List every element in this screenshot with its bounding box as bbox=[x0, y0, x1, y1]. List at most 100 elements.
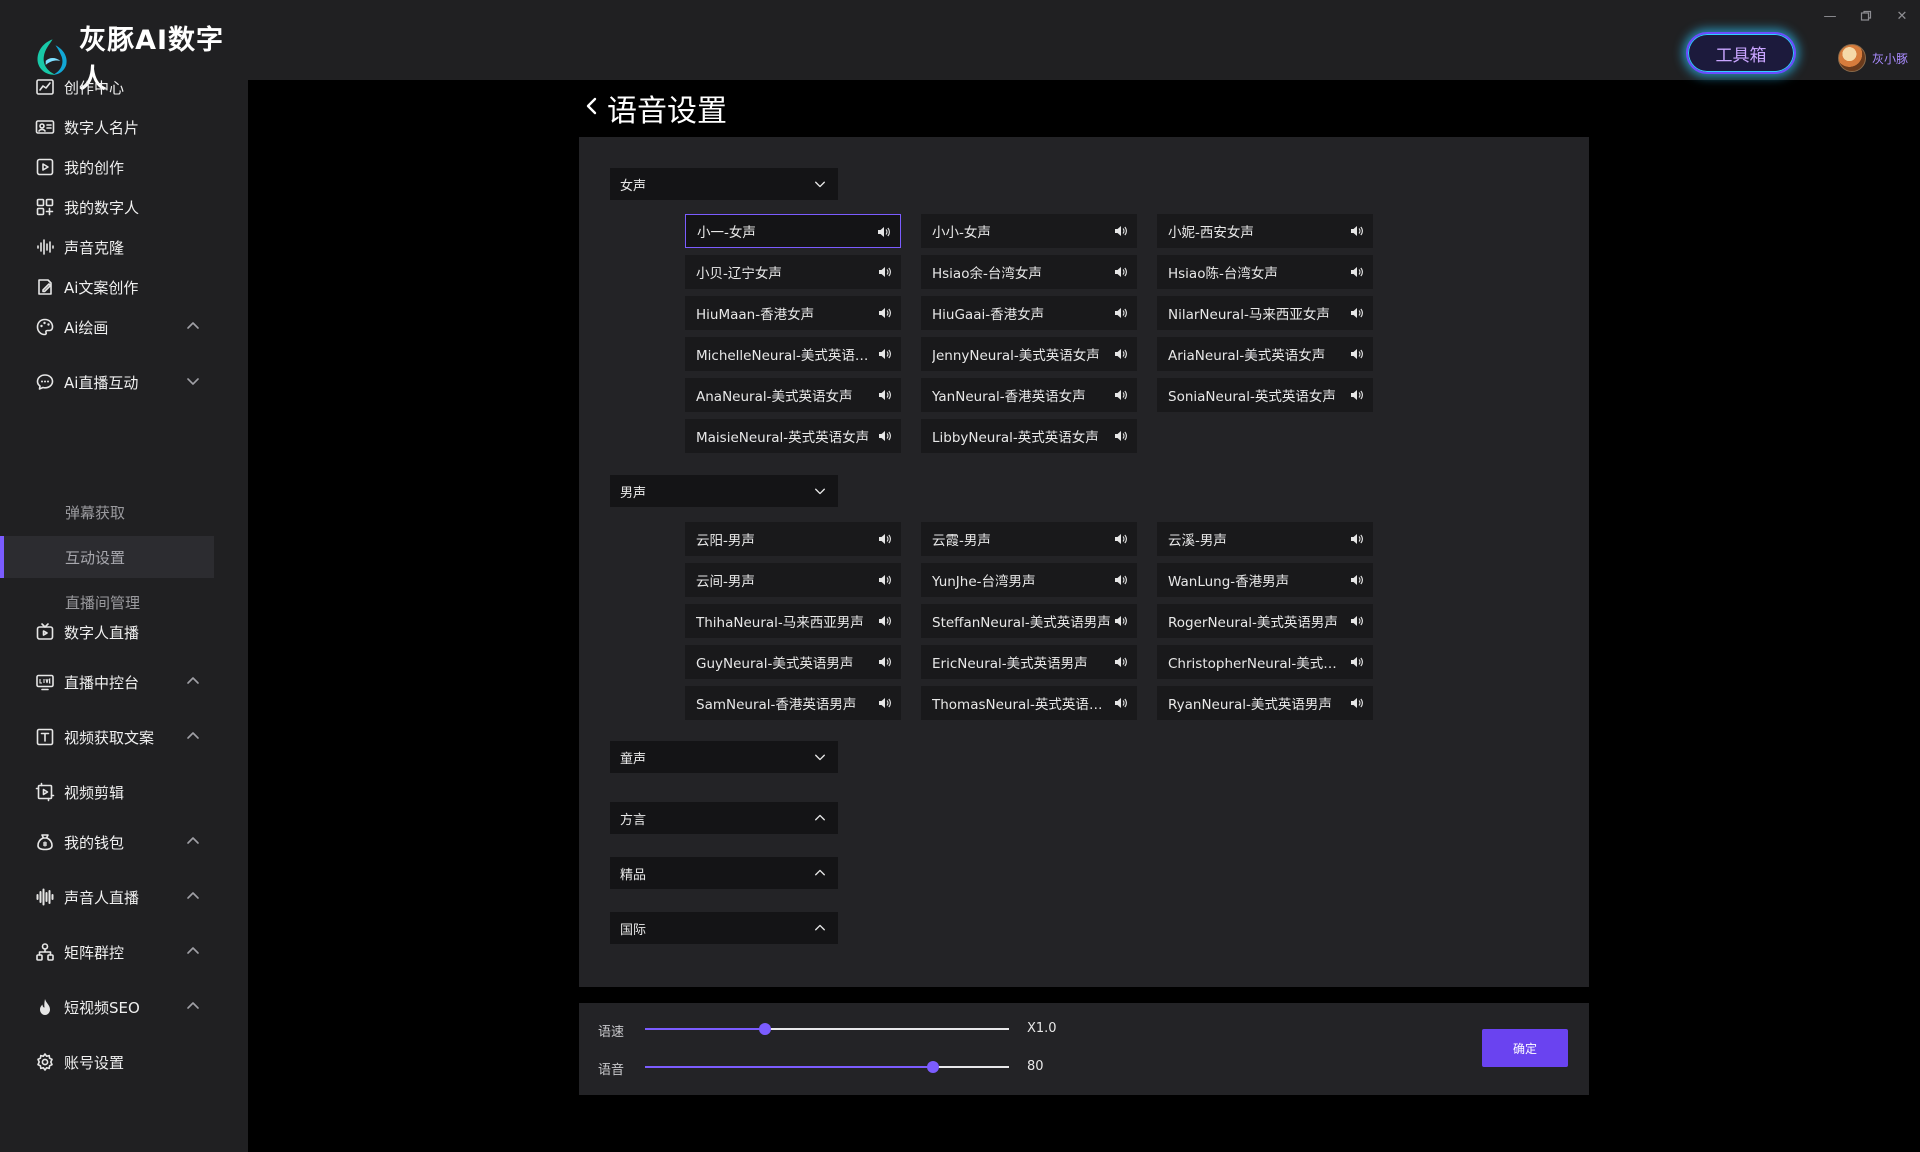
voice-option[interactable]: 云霞-男声 bbox=[921, 522, 1137, 556]
voice-option[interactable]: 小一-女声 bbox=[685, 214, 901, 248]
speaker-icon[interactable] bbox=[878, 307, 891, 319]
sidebar-item-12[interactable]: 我的钱包 bbox=[0, 822, 248, 862]
speed-slider-thumb[interactable] bbox=[759, 1023, 772, 1035]
speaker-icon[interactable] bbox=[1350, 574, 1363, 586]
avatar[interactable] bbox=[1838, 44, 1866, 72]
speaker-icon[interactable] bbox=[1114, 348, 1127, 360]
speaker-icon[interactable] bbox=[1350, 266, 1363, 278]
speaker-icon[interactable] bbox=[1350, 533, 1363, 545]
speaker-icon[interactable] bbox=[877, 226, 890, 238]
speaker-icon[interactable] bbox=[878, 348, 891, 360]
speaker-icon[interactable] bbox=[878, 389, 891, 401]
voice-option[interactable]: 小妮-西安女声 bbox=[1157, 214, 1373, 248]
voice-option[interactable]: RyanNeural-美式英语男声 bbox=[1157, 686, 1373, 720]
voice-option[interactable]: ThomasNeural-英式英语男声 bbox=[921, 686, 1137, 720]
speaker-icon[interactable] bbox=[1114, 389, 1127, 401]
volume-slider-thumb[interactable] bbox=[926, 1061, 939, 1073]
speaker-icon[interactable] bbox=[1114, 430, 1127, 442]
speaker-icon[interactable] bbox=[878, 656, 891, 668]
chevron-up-icon[interactable] bbox=[186, 944, 200, 958]
speaker-icon[interactable] bbox=[1114, 307, 1127, 319]
voice-option[interactable]: ChristopherNeural-美式英... bbox=[1157, 645, 1373, 679]
chevron-up-icon[interactable] bbox=[186, 889, 200, 903]
speaker-icon[interactable] bbox=[1114, 574, 1127, 586]
category-premium-select[interactable]: 精品 bbox=[610, 857, 838, 889]
sidebar-item-9[interactable]: 直播中控台 bbox=[0, 662, 248, 702]
sidebar-subitem-2[interactable]: 直播间管理 bbox=[0, 581, 214, 623]
confirm-button[interactable]: 确定 bbox=[1482, 1029, 1568, 1067]
speaker-icon[interactable] bbox=[878, 615, 891, 627]
speaker-icon[interactable] bbox=[1350, 225, 1363, 237]
speaker-icon[interactable] bbox=[1350, 656, 1363, 668]
voice-option[interactable]: SamNeural-香港英语男声 bbox=[685, 686, 901, 720]
maximize-icon[interactable] bbox=[1859, 10, 1873, 24]
voice-option[interactable]: Hsiao陈-台湾女声 bbox=[1157, 255, 1373, 289]
sidebar-item-15[interactable]: 短视频SEO bbox=[0, 987, 248, 1027]
speaker-icon[interactable] bbox=[1114, 225, 1127, 237]
category-male-select[interactable]: 男声 bbox=[610, 475, 838, 507]
sidebar-subitem-0[interactable]: 弹幕获取 bbox=[0, 491, 214, 533]
speaker-icon[interactable] bbox=[1350, 307, 1363, 319]
voice-option[interactable]: NilarNeural-马来西亚女声 bbox=[1157, 296, 1373, 330]
chevron-up-icon[interactable] bbox=[186, 674, 200, 688]
category-international-select[interactable]: 国际 bbox=[610, 912, 838, 944]
speaker-icon[interactable] bbox=[1350, 615, 1363, 627]
sidebar-item-14[interactable]: 矩阵群控 bbox=[0, 932, 248, 972]
sidebar-item-0[interactable]: 创作中心 bbox=[0, 67, 248, 107]
sidebar-item-7[interactable]: Ai直播互动 bbox=[0, 362, 248, 402]
voice-option[interactable]: GuyNeural-美式英语男声 bbox=[685, 645, 901, 679]
speaker-icon[interactable] bbox=[1350, 389, 1363, 401]
volume-slider[interactable] bbox=[645, 1061, 1009, 1073]
close-icon[interactable]: ✕ bbox=[1895, 10, 1909, 24]
speaker-icon[interactable] bbox=[1350, 697, 1363, 709]
voice-option[interactable]: 云溪-男声 bbox=[1157, 522, 1373, 556]
voice-option[interactable]: WanLung-香港男声 bbox=[1157, 563, 1373, 597]
speaker-icon[interactable] bbox=[1350, 348, 1363, 360]
voice-option[interactable]: AnaNeural-美式英语女声 bbox=[685, 378, 901, 412]
speaker-icon[interactable] bbox=[1114, 266, 1127, 278]
speaker-icon[interactable] bbox=[1114, 656, 1127, 668]
sidebar-item-2[interactable]: 我的创作 bbox=[0, 147, 248, 187]
sidebar-item-1[interactable]: 数字人名片 bbox=[0, 107, 248, 147]
category-child-select[interactable]: 童声 bbox=[610, 741, 838, 773]
sidebar-item-13[interactable]: 声音人直播 bbox=[0, 877, 248, 917]
username[interactable]: 灰小豚 bbox=[1872, 50, 1908, 67]
voice-option[interactable]: RogerNeural-美式英语男声 bbox=[1157, 604, 1373, 638]
voice-option[interactable]: LibbyNeural-英式英语女声 bbox=[921, 419, 1137, 453]
voice-option[interactable]: Hsiao余-台湾女声 bbox=[921, 255, 1137, 289]
speaker-icon[interactable] bbox=[1114, 533, 1127, 545]
sidebar-item-3[interactable]: 我的数字人 bbox=[0, 187, 248, 227]
speed-slider[interactable] bbox=[645, 1023, 1009, 1035]
chevron-down-icon[interactable] bbox=[186, 374, 200, 388]
sidebar-item-5[interactable]: Ai文案创作 bbox=[0, 267, 248, 307]
speaker-icon[interactable] bbox=[878, 430, 891, 442]
sidebar-subitem-1[interactable]: 互动设置 bbox=[0, 536, 214, 578]
chevron-up-icon[interactable] bbox=[186, 729, 200, 743]
speaker-icon[interactable] bbox=[878, 533, 891, 545]
voice-option[interactable]: 云间-男声 bbox=[685, 563, 901, 597]
voice-option[interactable]: JennyNeural-美式英语女声 bbox=[921, 337, 1137, 371]
speaker-icon[interactable] bbox=[878, 574, 891, 586]
category-female-select[interactable]: 女声 bbox=[610, 168, 838, 200]
chevron-up-icon[interactable] bbox=[186, 319, 200, 333]
speaker-icon[interactable] bbox=[1114, 615, 1127, 627]
voice-option[interactable]: AriaNeural-美式英语女声 bbox=[1157, 337, 1373, 371]
back-arrow-icon[interactable] bbox=[584, 94, 600, 118]
sidebar-item-16[interactable]: 账号设置 bbox=[0, 1042, 248, 1082]
speaker-icon[interactable] bbox=[1114, 697, 1127, 709]
voice-option[interactable]: MichelleNeural-美式英语女... bbox=[685, 337, 901, 371]
sidebar-item-10[interactable]: 视频获取文案 bbox=[0, 717, 248, 757]
voice-option[interactable]: 云阳-男声 bbox=[685, 522, 901, 556]
chevron-up-icon[interactable] bbox=[186, 999, 200, 1013]
voice-option[interactable]: EricNeural-美式英语男声 bbox=[921, 645, 1137, 679]
speaker-icon[interactable] bbox=[878, 266, 891, 278]
chevron-up-icon[interactable] bbox=[186, 834, 200, 848]
speaker-icon[interactable] bbox=[878, 697, 891, 709]
voice-option[interactable]: YunJhe-台湾男声 bbox=[921, 563, 1137, 597]
sidebar-item-11[interactable]: 视频剪辑 bbox=[0, 772, 248, 812]
sidebar-item-4[interactable]: 声音克隆 bbox=[0, 227, 248, 267]
sidebar-item-6[interactable]: Ai绘画 bbox=[0, 307, 248, 347]
voice-option[interactable]: HiuGaai-香港女声 bbox=[921, 296, 1137, 330]
minimize-icon[interactable]: — bbox=[1823, 10, 1837, 24]
voice-option[interactable]: SteffanNeural-美式英语男声 bbox=[921, 604, 1137, 638]
